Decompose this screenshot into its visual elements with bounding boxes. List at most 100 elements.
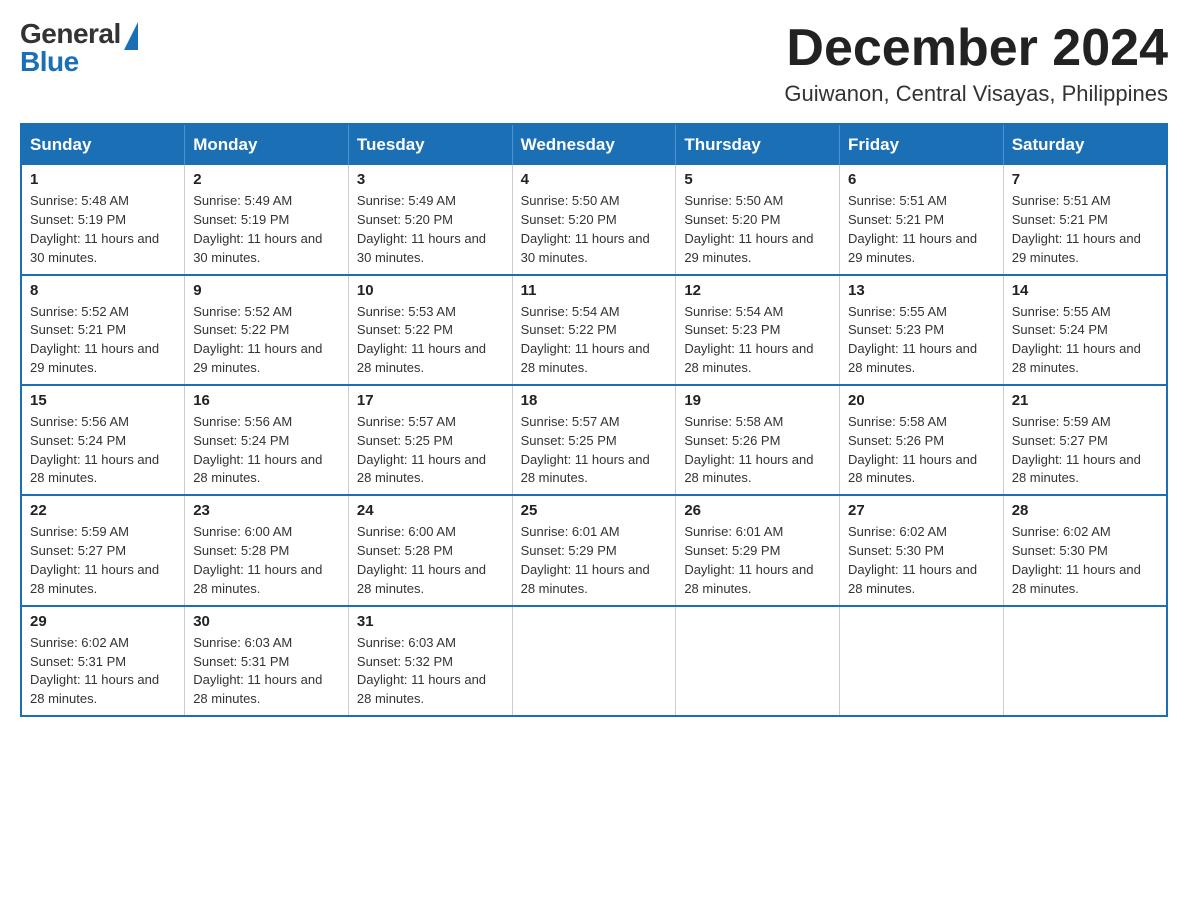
calendar-cell [840, 606, 1004, 716]
day-info: Sunrise: 5:49 AMSunset: 5:20 PMDaylight:… [357, 192, 504, 267]
calendar-cell: 3 Sunrise: 5:49 AMSunset: 5:20 PMDaylight… [348, 165, 512, 274]
day-info: Sunrise: 5:48 AMSunset: 5:19 PMDaylight:… [30, 192, 176, 267]
day-number: 3 [357, 171, 504, 188]
weekday-header-sunday: Sunday [21, 124, 185, 165]
day-number: 27 [848, 502, 995, 519]
weekday-header-saturday: Saturday [1003, 124, 1167, 165]
day-number: 7 [1012, 171, 1158, 188]
day-number: 16 [193, 392, 340, 409]
day-number: 23 [193, 502, 340, 519]
calendar-cell: 31 Sunrise: 6:03 AMSunset: 5:32 PMDayligh… [348, 606, 512, 716]
day-number: 21 [1012, 392, 1158, 409]
day-number: 9 [193, 282, 340, 299]
day-info: Sunrise: 5:57 AMSunset: 5:25 PMDaylight:… [521, 413, 668, 488]
weekday-header-friday: Friday [840, 124, 1004, 165]
day-number: 6 [848, 171, 995, 188]
day-info: Sunrise: 6:03 AMSunset: 5:32 PMDaylight:… [357, 634, 504, 709]
calendar-cell: 21 Sunrise: 5:59 AMSunset: 5:27 PMDayligh… [1003, 385, 1167, 495]
calendar-week-row: 15Sunrise: 5:56 AMSunset: 5:24 PMDayligh… [21, 385, 1167, 495]
calendar-cell: 24Sunrise: 6:00 AMSunset: 5:28 PMDayligh… [348, 495, 512, 605]
day-number: 18 [521, 392, 668, 409]
calendar-cell: 30 Sunrise: 6:03 AMSunset: 5:31 PMDayligh… [185, 606, 349, 716]
calendar-cell: 11 Sunrise: 5:54 AMSunset: 5:22 PMDayligh… [512, 275, 676, 385]
day-info: Sunrise: 5:54 AMSunset: 5:23 PMDaylight:… [684, 303, 831, 378]
calendar-week-row: 1 Sunrise: 5:48 AMSunset: 5:19 PMDaylight… [21, 165, 1167, 274]
day-info: Sunrise: 5:50 AMSunset: 5:20 PMDaylight:… [684, 192, 831, 267]
day-number: 11 [521, 282, 668, 299]
day-info: Sunrise: 5:50 AMSunset: 5:20 PMDaylight:… [521, 192, 668, 267]
calendar-cell: 18 Sunrise: 5:57 AMSunset: 5:25 PMDayligh… [512, 385, 676, 495]
calendar-cell: 19Sunrise: 5:58 AMSunset: 5:26 PMDayligh… [676, 385, 840, 495]
day-number: 29 [30, 613, 176, 630]
calendar-cell [1003, 606, 1167, 716]
day-number: 8 [30, 282, 176, 299]
day-info: Sunrise: 6:02 AMSunset: 5:31 PMDaylight:… [30, 634, 176, 709]
day-number: 19 [684, 392, 831, 409]
day-info: Sunrise: 5:56 AMSunset: 5:24 PMDaylight:… [193, 413, 340, 488]
day-info: Sunrise: 5:51 AMSunset: 5:21 PMDaylight:… [848, 192, 995, 267]
day-info: Sunrise: 6:03 AMSunset: 5:31 PMDaylight:… [193, 634, 340, 709]
day-number: 5 [684, 171, 831, 188]
day-info: Sunrise: 6:01 AMSunset: 5:29 PMDaylight:… [684, 523, 831, 598]
calendar-cell: 10 Sunrise: 5:53 AMSunset: 5:22 PMDayligh… [348, 275, 512, 385]
calendar-cell: 16 Sunrise: 5:56 AMSunset: 5:24 PMDayligh… [185, 385, 349, 495]
calendar-cell: 2 Sunrise: 5:49 AMSunset: 5:19 PMDaylight… [185, 165, 349, 274]
calendar-table: SundayMondayTuesdayWednesdayThursdayFrid… [20, 123, 1168, 717]
month-title: December 2024 [784, 20, 1168, 77]
calendar-cell: 1 Sunrise: 5:48 AMSunset: 5:19 PMDaylight… [21, 165, 185, 274]
calendar-cell: 8Sunrise: 5:52 AMSunset: 5:21 PMDaylight… [21, 275, 185, 385]
day-info: Sunrise: 5:49 AMSunset: 5:19 PMDaylight:… [193, 192, 340, 267]
day-number: 26 [684, 502, 831, 519]
calendar-cell: 28 Sunrise: 6:02 AMSunset: 5:30 PMDayligh… [1003, 495, 1167, 605]
calendar-cell: 20Sunrise: 5:58 AMSunset: 5:26 PMDayligh… [840, 385, 1004, 495]
calendar-cell: 13Sunrise: 5:55 AMSunset: 5:23 PMDayligh… [840, 275, 1004, 385]
day-info: Sunrise: 5:53 AMSunset: 5:22 PMDaylight:… [357, 303, 504, 378]
day-info: Sunrise: 6:00 AMSunset: 5:28 PMDaylight:… [193, 523, 340, 598]
calendar-cell: 6 Sunrise: 5:51 AMSunset: 5:21 PMDaylight… [840, 165, 1004, 274]
day-info: Sunrise: 5:54 AMSunset: 5:22 PMDaylight:… [521, 303, 668, 378]
calendar-cell: 4Sunrise: 5:50 AMSunset: 5:20 PMDaylight… [512, 165, 676, 274]
weekday-header-thursday: Thursday [676, 124, 840, 165]
day-info: Sunrise: 6:00 AMSunset: 5:28 PMDaylight:… [357, 523, 504, 598]
day-number: 22 [30, 502, 176, 519]
calendar-week-row: 29 Sunrise: 6:02 AMSunset: 5:31 PMDayligh… [21, 606, 1167, 716]
calendar-header-row: SundayMondayTuesdayWednesdayThursdayFrid… [21, 124, 1167, 165]
location-subtitle: Guiwanon, Central Visayas, Philippines [784, 81, 1168, 107]
day-info: Sunrise: 6:01 AMSunset: 5:29 PMDaylight:… [521, 523, 668, 598]
calendar-cell: 14 Sunrise: 5:55 AMSunset: 5:24 PMDayligh… [1003, 275, 1167, 385]
day-info: Sunrise: 5:59 AMSunset: 5:27 PMDaylight:… [1012, 413, 1158, 488]
calendar-cell: 23 Sunrise: 6:00 AMSunset: 5:28 PMDayligh… [185, 495, 349, 605]
day-number: 31 [357, 613, 504, 630]
logo-text: General Blue [20, 20, 121, 76]
day-number: 2 [193, 171, 340, 188]
calendar-cell: 26 Sunrise: 6:01 AMSunset: 5:29 PMDayligh… [676, 495, 840, 605]
weekday-header-monday: Monday [185, 124, 349, 165]
calendar-cell: 17Sunrise: 5:57 AMSunset: 5:25 PMDayligh… [348, 385, 512, 495]
day-number: 14 [1012, 282, 1158, 299]
day-info: Sunrise: 5:51 AMSunset: 5:21 PMDaylight:… [1012, 192, 1158, 267]
page-header: General Blue December 2024 Guiwanon, Cen… [20, 20, 1168, 107]
day-info: Sunrise: 6:02 AMSunset: 5:30 PMDaylight:… [1012, 523, 1158, 598]
day-info: Sunrise: 5:55 AMSunset: 5:23 PMDaylight:… [848, 303, 995, 378]
calendar-cell [512, 606, 676, 716]
calendar-week-row: 8Sunrise: 5:52 AMSunset: 5:21 PMDaylight… [21, 275, 1167, 385]
day-info: Sunrise: 5:57 AMSunset: 5:25 PMDaylight:… [357, 413, 504, 488]
title-section: December 2024 Guiwanon, Central Visayas,… [784, 20, 1168, 107]
day-info: Sunrise: 5:59 AMSunset: 5:27 PMDaylight:… [30, 523, 176, 598]
calendar-cell: 27Sunrise: 6:02 AMSunset: 5:30 PMDayligh… [840, 495, 1004, 605]
day-number: 1 [30, 171, 176, 188]
calendar-cell: 22 Sunrise: 5:59 AMSunset: 5:27 PMDayligh… [21, 495, 185, 605]
day-number: 28 [1012, 502, 1158, 519]
calendar-cell: 7 Sunrise: 5:51 AMSunset: 5:21 PMDaylight… [1003, 165, 1167, 274]
day-number: 30 [193, 613, 340, 630]
logo-general-text: General [20, 20, 121, 48]
calendar-cell [676, 606, 840, 716]
calendar-cell: 15Sunrise: 5:56 AMSunset: 5:24 PMDayligh… [21, 385, 185, 495]
day-number: 10 [357, 282, 504, 299]
day-info: Sunrise: 5:55 AMSunset: 5:24 PMDaylight:… [1012, 303, 1158, 378]
day-info: Sunrise: 5:56 AMSunset: 5:24 PMDaylight:… [30, 413, 176, 488]
calendar-cell: 5 Sunrise: 5:50 AMSunset: 5:20 PMDaylight… [676, 165, 840, 274]
calendar-cell: 12 Sunrise: 5:54 AMSunset: 5:23 PMDayligh… [676, 275, 840, 385]
calendar-cell: 25Sunrise: 6:01 AMSunset: 5:29 PMDayligh… [512, 495, 676, 605]
day-number: 12 [684, 282, 831, 299]
